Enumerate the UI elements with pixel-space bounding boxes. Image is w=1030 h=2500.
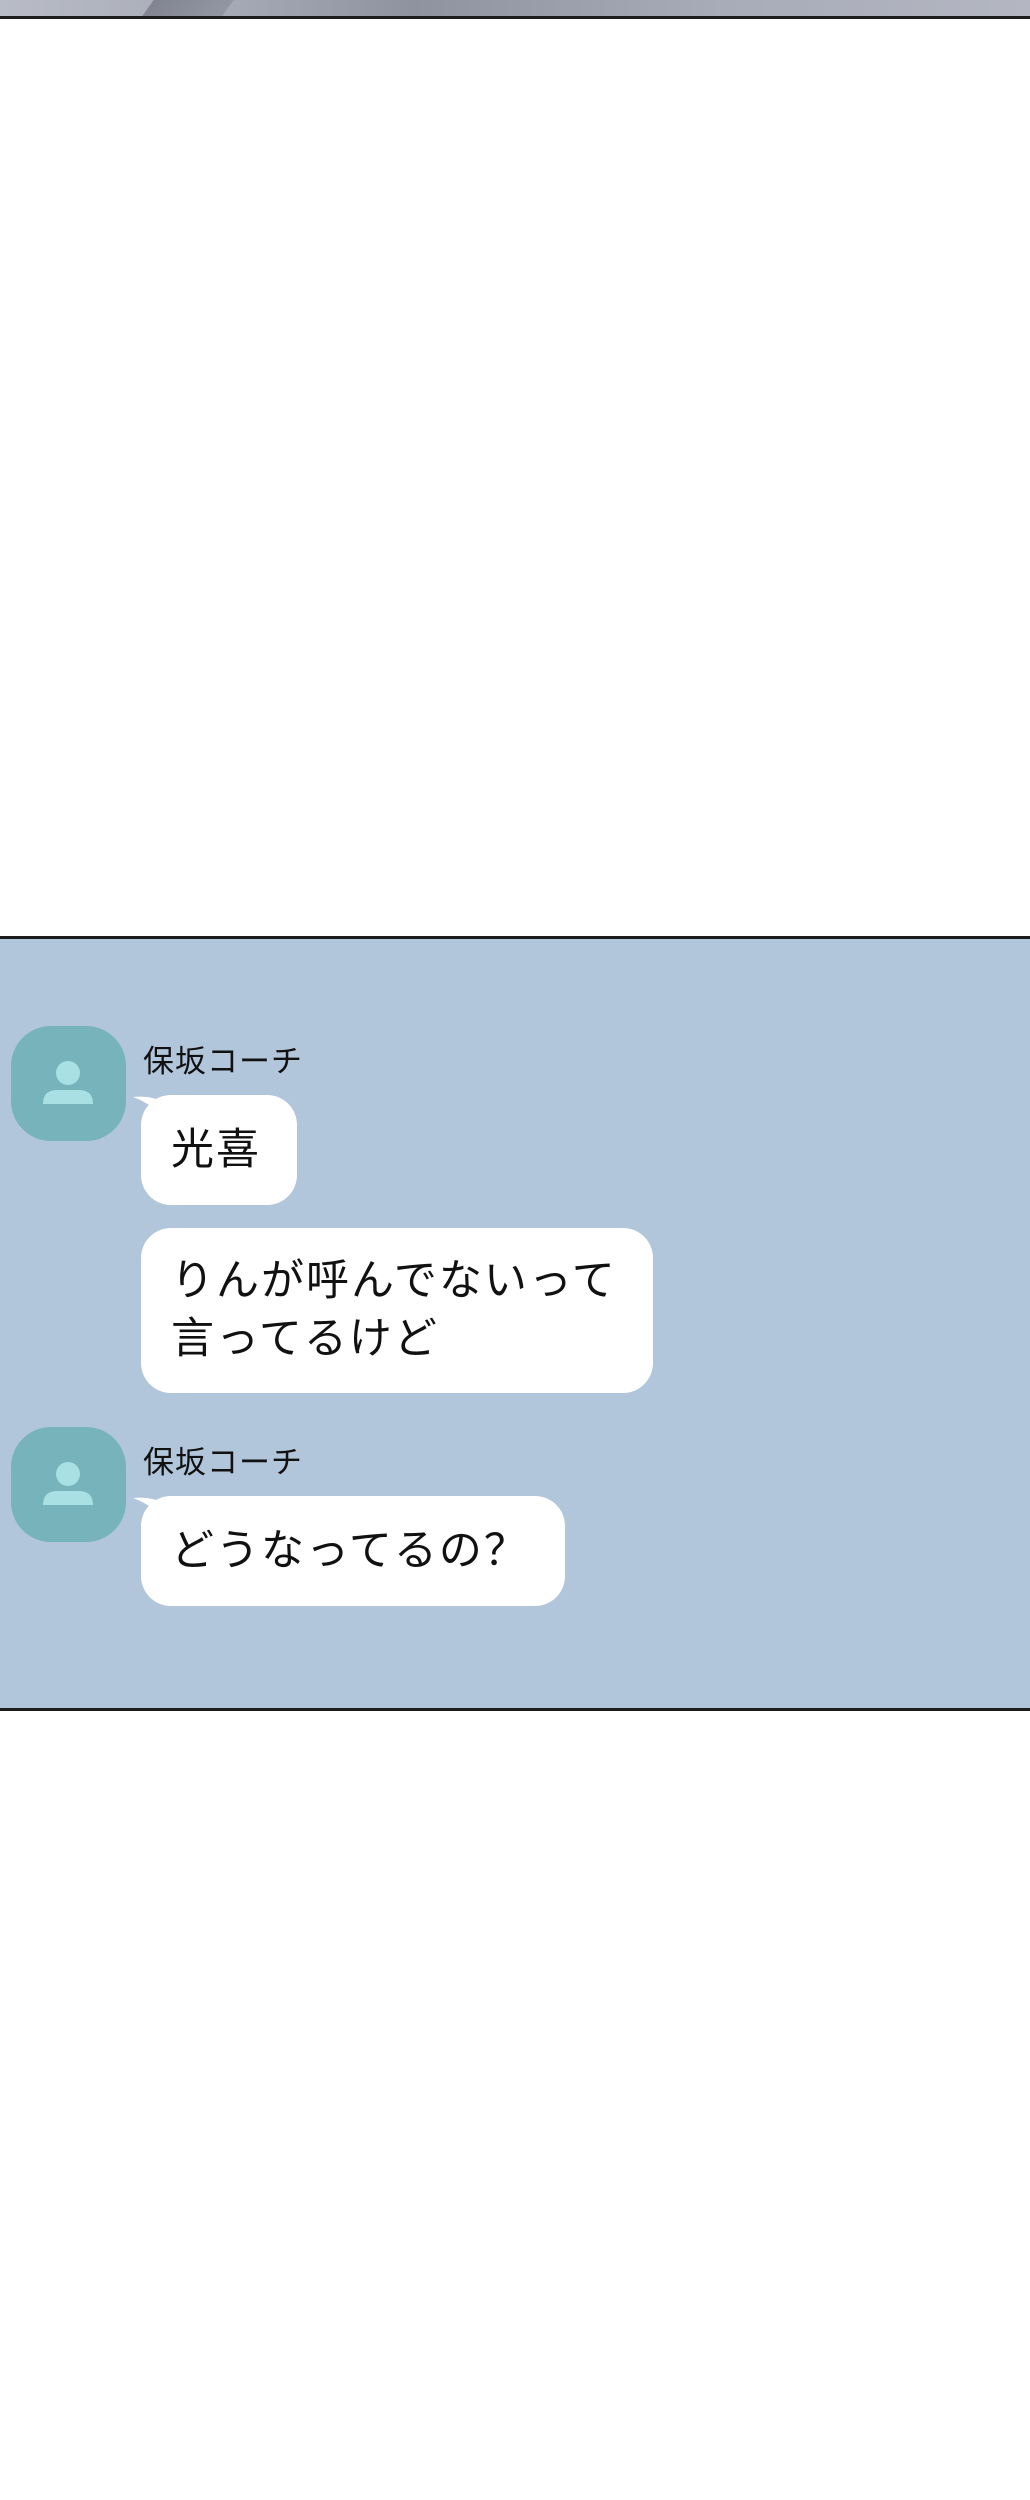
- message-bubble[interactable]: 光喜: [141, 1095, 297, 1205]
- previous-panel-edge: [0, 0, 1030, 19]
- sender-name: 保坂コーチ: [143, 1445, 303, 1481]
- person-icon: [43, 1462, 93, 1505]
- message-bubble[interactable]: りんが呼んでないって 言ってるけど: [141, 1228, 653, 1393]
- sender-avatar[interactable]: [11, 1026, 126, 1141]
- sender-name: 保坂コーチ: [143, 1044, 303, 1080]
- message-bubble[interactable]: どうなってるの？: [141, 1496, 565, 1606]
- chat-panel: 保坂コーチ 光喜 りんが呼んでないって 言ってるけど 保坂コーチ どうなってるの…: [0, 936, 1030, 1711]
- sender-avatar[interactable]: [11, 1427, 126, 1542]
- previous-panel-shadow: [142, 0, 234, 16]
- person-icon: [43, 1061, 93, 1104]
